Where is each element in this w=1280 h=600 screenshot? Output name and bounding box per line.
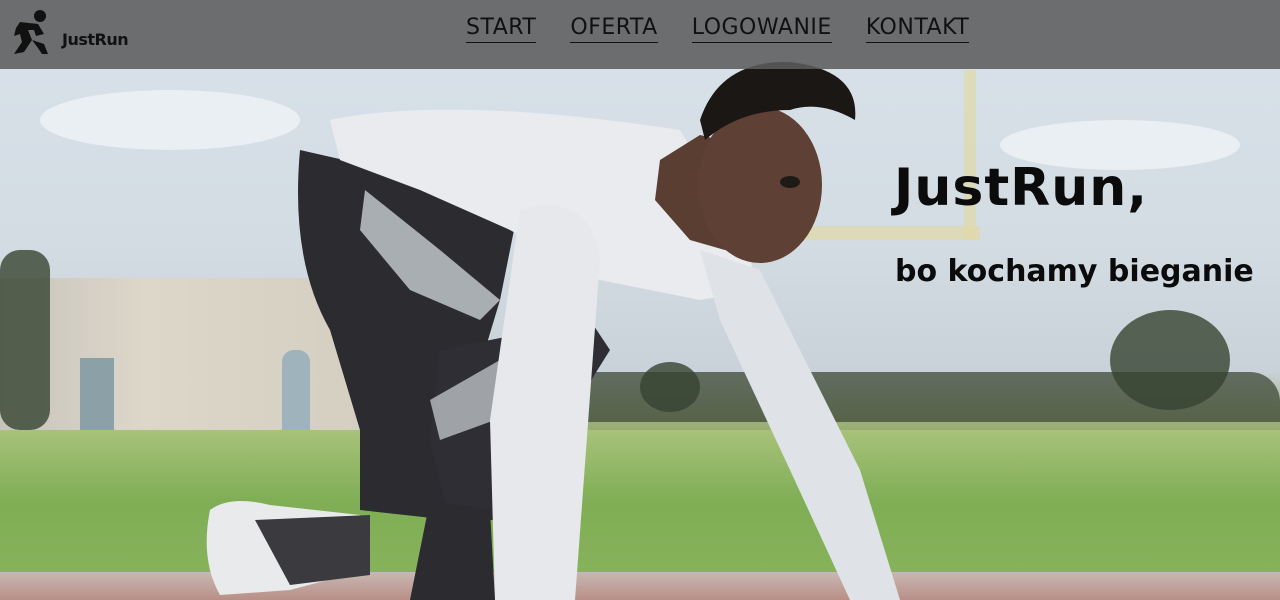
brand-name: JustRun [62,30,129,49]
top-navbar: JustRun START OFERTA LOGOWANIE KONTAKT [0,0,1280,69]
runner-icon [14,10,48,54]
nav-link-kontakt[interactable]: KONTAKT [865,14,970,43]
nav-link-logowanie[interactable]: LOGOWANIE [691,14,832,43]
athlete-image [206,61,900,600]
logo[interactable]: JustRun [10,8,129,58]
hero-section [0,0,1280,600]
nav-link-start[interactable]: START [466,14,537,43]
main-nav: START OFERTA LOGOWANIE KONTAKT [466,14,970,43]
hero-subline: bo kochamy bieganie [895,254,1254,289]
nav-link-oferta[interactable]: OFERTA [570,14,658,43]
hero-headline: JustRun, [894,158,1149,218]
